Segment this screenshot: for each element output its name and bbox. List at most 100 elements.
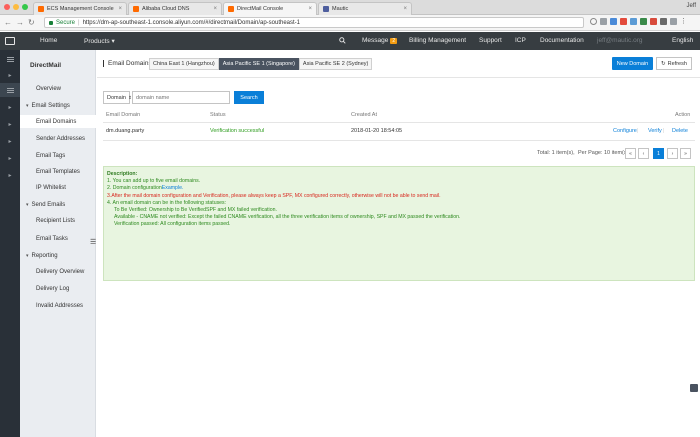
- sidebar-item-recipient-lists[interactable]: Recipient Lists: [20, 214, 96, 227]
- sidebar-item-email-templates[interactable]: Email Templates: [20, 165, 96, 178]
- status-description: Verification passed: All configuration i…: [114, 221, 231, 228]
- region-tab-singapore[interactable]: Asia Pacific SE 1 (Singapore): [218, 58, 299, 70]
- sidebar-nav-item[interactable]: ▸: [0, 134, 20, 148]
- close-tab-icon[interactable]: ×: [118, 6, 122, 12]
- domain-search-input[interactable]: [132, 91, 230, 104]
- extension-icon[interactable]: [620, 18, 627, 25]
- extension-icon[interactable]: [630, 18, 637, 25]
- sidebar-group-email-settings[interactable]: ▾ Email Settings: [20, 99, 96, 112]
- sidebar-item-email-domains[interactable]: Email Domains: [20, 115, 96, 128]
- aliyun-logo-icon[interactable]: [5, 37, 15, 45]
- menu-dots-icon[interactable]: ⋮: [680, 18, 687, 25]
- extension-icon[interactable]: [640, 18, 647, 25]
- sidebar-group-send-emails[interactable]: ▾ Send Emails: [20, 198, 96, 211]
- nav-language[interactable]: English: [672, 37, 693, 44]
- sidebar-nav-item[interactable]: ▸: [0, 100, 20, 114]
- sidebar-nav-item-active[interactable]: [0, 83, 20, 97]
- nav-support[interactable]: Support: [479, 37, 502, 44]
- pager-next-button[interactable]: ›: [667, 148, 678, 159]
- minimize-window-icon[interactable]: [13, 4, 19, 10]
- example-link[interactable]: Example.: [162, 185, 184, 191]
- sidebar-item-email-tags[interactable]: Email Tags: [20, 149, 96, 162]
- sidebar-nav-item[interactable]: ▸: [0, 151, 20, 165]
- aliyun-favicon-icon: [228, 6, 234, 12]
- sidebar-item-sender-addresses[interactable]: Sender Addresses: [20, 132, 96, 145]
- delete-link[interactable]: Delete: [672, 128, 688, 134]
- bookmark-star-icon[interactable]: [590, 18, 597, 25]
- nav-user-account[interactable]: jeff@mautic.org: [597, 37, 643, 44]
- url-field[interactable]: Secure | https://dm-ap-southeast-1.conso…: [44, 17, 584, 28]
- extension-icon[interactable]: [650, 18, 657, 25]
- search-field-select[interactable]: Domain ⇕: [103, 91, 132, 104]
- close-window-icon[interactable]: [4, 4, 10, 10]
- new-domain-button[interactable]: New Domain: [612, 57, 653, 70]
- maximize-window-icon[interactable]: [22, 4, 28, 10]
- nav-documentation[interactable]: Documentation: [540, 37, 584, 44]
- sidebar-collapse-handle-icon[interactable]: ☰: [90, 238, 96, 246]
- pager-last-button[interactable]: »: [680, 148, 691, 159]
- description-warning: 3.After the mail domain configuration an…: [107, 192, 441, 199]
- browser-tab-ecs[interactable]: ECS Management Console ×: [33, 2, 127, 15]
- sidebar-nav-item[interactable]: ▸: [0, 168, 20, 182]
- nav-products[interactable]: Products ▾: [84, 37, 115, 45]
- secure-label: Secure: [56, 19, 76, 26]
- nav-billing[interactable]: Billing Management: [409, 37, 466, 44]
- product-sidebar: DirectMail Overview ▾ Email Settings Emai…: [20, 50, 96, 437]
- url-text: https://dm-ap-southeast-1.console.aliyun…: [82, 19, 301, 26]
- nav-icp[interactable]: ICP: [515, 37, 526, 44]
- status-description: To Be Verified: Ownership to Be Verified…: [114, 207, 277, 214]
- list-icon: [6, 87, 14, 93]
- region-tab-hangzhou[interactable]: China East 1 (Hangzhou): [149, 58, 219, 70]
- pager-prev-button[interactable]: ‹: [638, 148, 649, 159]
- close-tab-icon[interactable]: ×: [213, 6, 217, 12]
- sidebar-item-ip-whitelist[interactable]: IP Whitelist: [20, 181, 96, 194]
- main-content: Email Domains China East 1 (Hangzhou) As…: [97, 50, 700, 437]
- description-line: 2. Domain configurationExample.: [107, 185, 691, 192]
- browser-tab-dns[interactable]: Alibaba Cloud DNS ×: [128, 2, 222, 15]
- region-tab-sydney[interactable]: Asia Pacific SE 2 (Sydney): [298, 58, 373, 70]
- description-text: 2. Domain configuration: [107, 185, 162, 192]
- extension-icon[interactable]: [670, 18, 677, 25]
- sidebar-item-delivery-overview[interactable]: Delivery Overview: [20, 265, 96, 278]
- sidebar-nav-item[interactable]: ▸: [0, 68, 20, 82]
- configure-link[interactable]: Configure: [613, 128, 637, 134]
- action-separator: |: [663, 128, 665, 134]
- extension-icon[interactable]: [660, 18, 667, 25]
- browser-tab-mautic[interactable]: Mautic ×: [318, 2, 412, 15]
- chevron-right-icon: ▸: [8, 138, 12, 145]
- refresh-button[interactable]: ↻ Refresh: [656, 57, 692, 70]
- nav-message[interactable]: Message 2: [362, 37, 398, 44]
- pager-first-button[interactable]: «: [625, 148, 636, 159]
- sidebar-item-delivery-log[interactable]: Delivery Log: [20, 282, 96, 295]
- back-arrow-icon[interactable]: ←: [4, 18, 12, 27]
- browser-tab-directmail[interactable]: DirectMail Console ×: [223, 2, 317, 15]
- forward-arrow-icon[interactable]: →: [16, 18, 24, 27]
- chevron-right-icon: ▸: [8, 155, 12, 162]
- sidebar-product-title: DirectMail: [30, 62, 62, 69]
- verify-link[interactable]: Verify: [648, 128, 662, 134]
- search-button[interactable]: Search: [234, 91, 264, 104]
- extension-icon[interactable]: [610, 18, 617, 25]
- nav-home[interactable]: Home: [40, 37, 57, 44]
- chevron-right-icon: ▸: [8, 121, 12, 128]
- console-top-nav: Home Products ▾ Message 2 Billing Managem…: [0, 32, 700, 50]
- sidebar-item-overview[interactable]: Overview: [20, 82, 96, 95]
- hamburger-icon: [6, 56, 14, 62]
- menu-toggle[interactable]: [0, 52, 20, 66]
- close-tab-icon[interactable]: ×: [403, 6, 407, 12]
- sidebar-nav-item[interactable]: ▸: [0, 117, 20, 131]
- table-header-divider: [103, 122, 695, 123]
- pager-page-1[interactable]: 1: [653, 148, 664, 159]
- feedback-icon[interactable]: [690, 384, 698, 392]
- reload-icon[interactable]: ↻: [28, 18, 35, 27]
- extension-icon[interactable]: [600, 18, 607, 25]
- sidebar-group-reporting[interactable]: ▾ Reporting: [20, 249, 96, 262]
- close-tab-icon[interactable]: ×: [308, 6, 312, 12]
- sidebar-item-email-tasks[interactable]: Email Tasks: [20, 232, 96, 245]
- search-icon[interactable]: [339, 37, 346, 44]
- table-cell-domain: dm.duang.party: [106, 128, 145, 134]
- browser-profile-name[interactable]: Jeff: [686, 3, 696, 9]
- table-row-divider: [103, 140, 695, 141]
- sidebar-item-invalid-addresses[interactable]: Invalid Addresses: [20, 299, 96, 312]
- column-header-created: Created At: [351, 112, 377, 118]
